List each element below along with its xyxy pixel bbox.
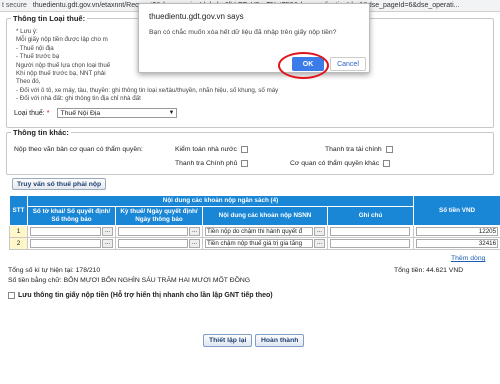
thanh-tra-cp-checkbox[interactable] xyxy=(241,160,249,167)
loai-thue-select[interactable]: Thuế Nội Địa ▼ xyxy=(57,108,178,118)
dialog-message: Bạn có chắc muốn xóa hết dữ liệu đã nhập… xyxy=(149,29,337,36)
note-line: - Đối với ô tô, xe máy, tàu, thuyền: ghi… xyxy=(16,86,279,94)
ky-thue-input[interactable] xyxy=(118,227,188,236)
ky-thue-input[interactable] xyxy=(118,239,188,248)
co-quan-khac-option[interactable]: Cơ quan có thẩm quyền khác xyxy=(290,160,391,167)
row-stt: 1 xyxy=(9,225,28,238)
col-header-noi-dung: Nội dung các khoản nộp NSNN xyxy=(202,206,328,226)
lookup-button[interactable]: ... xyxy=(189,227,200,236)
luu-label: Lưu thông tin giấy nộp tiền (Hỗ trợ hiển… xyxy=(18,292,273,299)
so-to-khai-cell: ... xyxy=(27,225,116,238)
noi-dung-cell: Tiền chậm nộp thuế giá trị gia tăng... xyxy=(202,237,328,250)
lookup-button[interactable]: ... xyxy=(314,227,325,236)
co-quan-khac-checkbox[interactable] xyxy=(383,160,391,167)
noi-dung-cell: Tiền nộp do chậm thi hành quyết đ... xyxy=(202,225,328,238)
luu-checkbox[interactable] xyxy=(8,292,15,299)
lookup-button[interactable]: ... xyxy=(102,227,113,236)
col-header-ghi-chu: Ghi chú xyxy=(326,206,415,226)
so-tien-cell: 12205 xyxy=(413,225,500,238)
loai-thue-label: Loại thuế: xyxy=(14,109,45,117)
thiet-lap-lai-button[interactable]: Thiết lập lại xyxy=(203,334,253,347)
table-row: 1 ... ... Tiền nộp do chậm thi hành quyế… xyxy=(9,225,500,238)
ky-thue-cell: ... xyxy=(115,237,203,250)
security-label: t secure xyxy=(2,2,27,9)
noi-dung-input[interactable]: Tiền nộp do chậm thi hành quyết đ xyxy=(205,227,313,236)
kiem-toan-option[interactable]: Kiểm toán nhà nước xyxy=(175,146,248,153)
thong-tin-khac-legend: Thông tin khác: xyxy=(13,128,69,137)
thanh-tra-tc-option[interactable]: Thanh tra tài chính xyxy=(325,146,393,153)
luu-thong-tin-option[interactable]: Lưu thông tin giấy nộp tiền (Hỗ trợ hiển… xyxy=(8,292,273,299)
so-tien-cell: 32416 xyxy=(413,237,500,250)
dialog-title: thuedientu.gdt.gov.vn says xyxy=(149,12,244,21)
van-ban-label: Nộp theo văn bản cơ quan có thẩm quyền: xyxy=(14,146,143,153)
ghi-chu-cell xyxy=(326,237,415,250)
ghi-chu-input[interactable] xyxy=(330,227,410,236)
so-to-khai-cell: ... xyxy=(27,237,116,250)
so-tien-input[interactable]: 32416 xyxy=(416,239,499,248)
loai-thue-legend: Thông tin Loại thuế: xyxy=(13,14,86,23)
so-to-khai-input[interactable] xyxy=(30,227,101,236)
loai-thue-selected: Thuế Nội Địa xyxy=(60,109,101,117)
tong-tien-text: Tổng tiền: 44.621 VND xyxy=(394,267,464,274)
so-to-khai-input[interactable] xyxy=(30,239,101,248)
kiem-toan-checkbox[interactable] xyxy=(240,146,248,153)
confirm-dialog: thuedientu.gdt.gov.vn says Bạn có chắc m… xyxy=(138,3,370,73)
thanh-tra-tc-checkbox[interactable] xyxy=(385,146,393,153)
nop-ngan-sach-table: STT Nội dung các khoản nộp ngân sách (4)… xyxy=(9,195,500,250)
col-header-ky-thue: Kỳ thuế/ Ngày quyết định/ Ngày thông báo xyxy=(115,206,203,226)
lookup-button[interactable]: ... xyxy=(189,239,200,248)
note-line: - Đối với nhà đất: ghi thông tin địa chỉ… xyxy=(16,95,141,103)
thanh-tra-cp-option[interactable]: Thanh tra Chính phủ xyxy=(175,160,249,167)
kiem-toan-label: Kiểm toán nhà nước xyxy=(175,146,237,153)
truy-van-button[interactable]: Truy vấn số thuế phải nộp xyxy=(12,178,107,190)
row-stt: 2 xyxy=(9,237,28,250)
ok-button[interactable]: OK xyxy=(292,57,324,71)
note-line: Theo đó, xyxy=(16,78,41,86)
so-tien-input[interactable]: 12205 xyxy=(416,227,499,236)
cancel-button[interactable]: Cancel xyxy=(330,57,366,71)
co-quan-khac-label: Cơ quan có thẩm quyền khác xyxy=(290,160,380,167)
col-header-so-tien: Số tiền VND xyxy=(413,195,500,226)
thanh-tra-tc-label: Thanh tra tài chính xyxy=(325,146,382,153)
tong-ky-tu-text: Tổng số kí tự hiện tại: 178/210 xyxy=(8,267,101,274)
lookup-button[interactable]: ... xyxy=(102,239,113,248)
col-header-group: Nội dung các khoản nộp ngân sách (4) xyxy=(26,195,415,207)
ghi-chu-input[interactable] xyxy=(330,239,410,248)
required-mark: * xyxy=(46,109,50,117)
khac-row-1: Nộp theo văn bản cơ quan có thẩm quyền: xyxy=(14,146,143,153)
ky-thue-cell: ... xyxy=(115,225,203,238)
them-dong-link[interactable]: Thêm dòng xyxy=(451,255,485,262)
col-header-so-to-khai: Số tờ khai/ Số quyết định/ Số thông báo xyxy=(27,206,116,226)
table-row: 2 ... ... Tiền chậm nộp thuế giá trị gia… xyxy=(9,237,500,250)
thanh-tra-cp-label: Thanh tra Chính phủ xyxy=(175,160,238,167)
hoan-thanh-button[interactable]: Hoàn thành xyxy=(255,334,305,347)
chevron-down-icon: ▼ xyxy=(168,110,175,116)
bang-chu-text: Số tiền bằng chữ: BỐN MƯƠI BỐN NGHÌN SÁU… xyxy=(8,277,251,284)
loai-thue-row: Loại thuế: * Thuế Nội Địa ▼ xyxy=(14,108,178,118)
lookup-button[interactable]: ... xyxy=(314,239,325,248)
col-header-stt: STT xyxy=(9,195,28,226)
ghi-chu-cell xyxy=(326,225,415,238)
noi-dung-input[interactable]: Tiền chậm nộp thuế giá trị gia tăng xyxy=(205,239,313,248)
